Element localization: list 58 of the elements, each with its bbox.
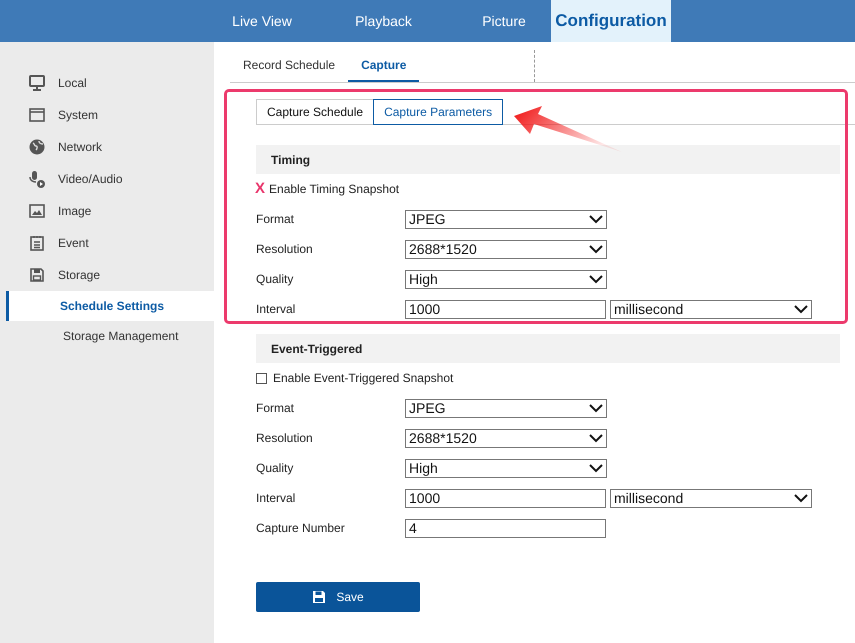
sub-tab[interactable]: Record Schedule (230, 58, 348, 82)
section-header: Event-Triggered (256, 334, 840, 363)
monitor-icon (28, 74, 46, 92)
chevron-down-icon (794, 494, 808, 502)
notepad-icon (28, 234, 46, 252)
dropdown[interactable]: 2688*1520 (405, 240, 607, 258)
field-label: Quality (256, 461, 294, 475)
sidebar-subitem[interactable]: Storage Management (6, 321, 214, 351)
chevron-down-icon (589, 214, 603, 224)
section-header: Timing (256, 145, 840, 174)
unit-dropdown[interactable]: millisecond (610, 300, 812, 318)
input-field[interactable]: 4 (405, 518, 606, 538)
save-button[interactable]: Save (256, 582, 420, 612)
unit-dropdown[interactable]: millisecond (610, 488, 812, 508)
sidebar-item[interactable]: Video/Audio (58, 172, 122, 186)
checkbox-label: Enable Event-Triggered Snapshot (273, 371, 454, 385)
chevron-down-icon (589, 244, 603, 254)
dropdown[interactable]: High (405, 458, 607, 478)
field-label: Format (256, 401, 296, 415)
dropdown[interactable]: High (405, 270, 607, 288)
sidebar-subitem[interactable]: Schedule Settings (6, 291, 214, 321)
nav-tab[interactable]: Playback (310, 0, 457, 42)
sidebar-item[interactable]: System (58, 108, 98, 122)
sidebar-item[interactable]: Network (58, 140, 102, 154)
window-icon (28, 106, 46, 124)
chevron-down-icon (589, 434, 603, 442)
image-icon (28, 202, 46, 220)
field-label: Resolution (256, 242, 314, 256)
input-field[interactable]: 1000 (405, 300, 606, 318)
step-tab[interactable]: Capture Parameters (373, 99, 504, 125)
chevron-down-icon (794, 304, 808, 314)
field-label: Capture Number (256, 521, 346, 535)
field-label: Format (256, 212, 296, 226)
field-label: Interval (256, 302, 296, 316)
step-tab[interactable]: Capture Schedule (256, 99, 374, 125)
annotation-mark: X (255, 181, 266, 197)
sidebar-item[interactable]: Event (58, 236, 89, 250)
microphone-icon (28, 170, 46, 188)
globe-icon (28, 138, 46, 156)
dropdown[interactable]: JPEG (405, 398, 607, 418)
nav-tab[interactable]: Live View (214, 0, 310, 42)
field-label: Quality (256, 272, 294, 286)
field-label: Resolution (256, 431, 314, 445)
dropdown[interactable]: JPEG (405, 210, 607, 228)
checkbox[interactable] (256, 372, 267, 384)
field-label: Interval (256, 491, 296, 505)
sidebar-item[interactable]: Image (58, 204, 92, 218)
sidebar-item[interactable]: Local (58, 76, 87, 90)
checkbox-label: Enable Timing Snapshot (269, 182, 400, 196)
chevron-down-icon (589, 464, 603, 472)
dropdown[interactable]: 2688*1520 (405, 428, 607, 448)
nav-tab[interactable]: Picture (457, 0, 551, 42)
chevron-down-icon (589, 404, 603, 412)
sub-tab[interactable]: Capture (348, 58, 420, 82)
sidebar-item[interactable]: Storage (58, 268, 100, 282)
chevron-down-icon (589, 274, 603, 284)
input-field[interactable]: 1000 (405, 488, 606, 508)
nav-tab[interactable]: Configuration (551, 0, 671, 42)
